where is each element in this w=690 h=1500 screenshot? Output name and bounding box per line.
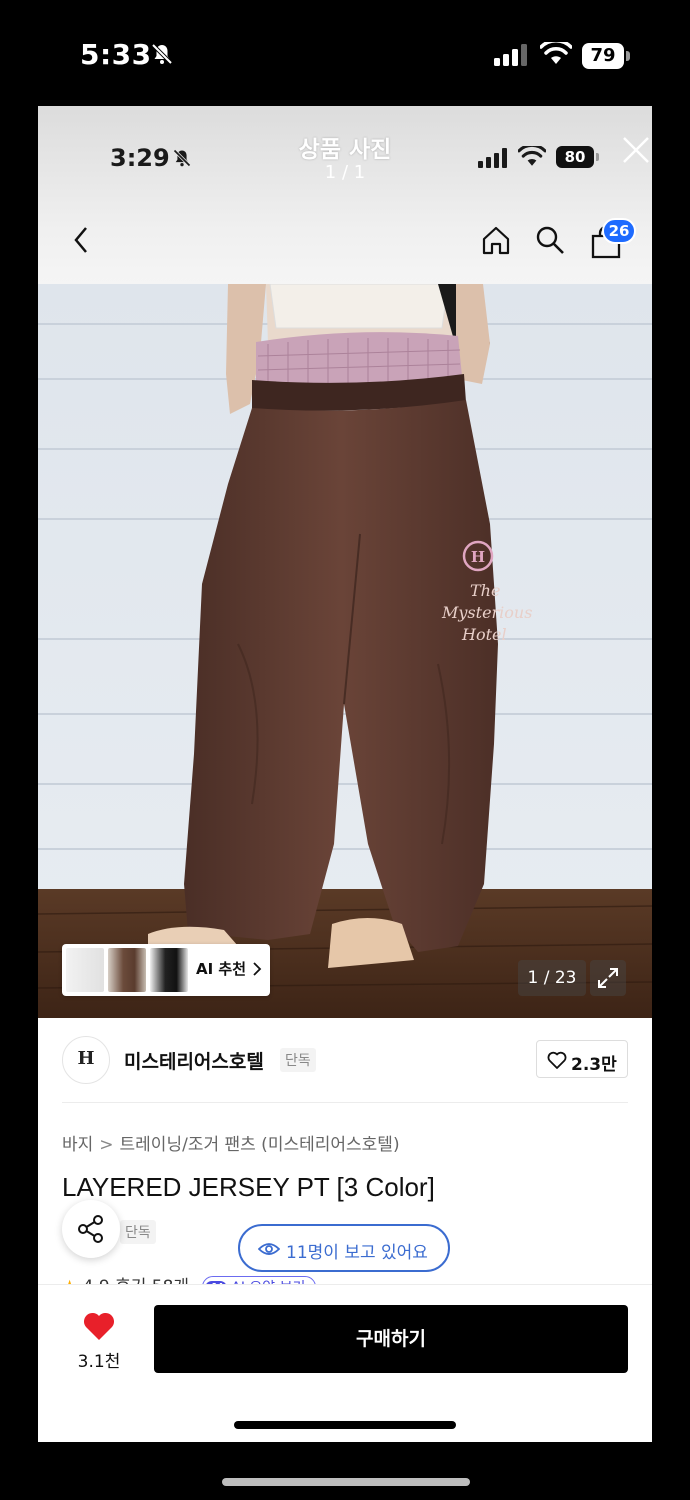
- cellular-signal-icon: [494, 44, 527, 66]
- wifi-icon: [518, 146, 546, 166]
- eye-icon: [258, 1243, 280, 1255]
- exclusive-badge: 단독: [280, 1048, 316, 1072]
- bell-muted-icon: [151, 43, 173, 65]
- live-viewers-text: 11명이 보고 있어요: [286, 1243, 428, 1263]
- back-chevron-icon[interactable]: [68, 224, 96, 256]
- breadcrumb: 바지 > 트레이닝/조거 팬츠 (미스테리어스호텔): [62, 1130, 400, 1155]
- breadcrumb-subcategory[interactable]: 트레이닝/조거 팬츠 (미스테리어스호텔): [120, 1135, 400, 1155]
- brand-like-button[interactable]: 2.3만: [536, 1040, 628, 1078]
- outer-status-bar: 5:33 79: [0, 0, 690, 106]
- share-button[interactable]: [62, 1200, 120, 1258]
- home-indicator: [222, 1478, 470, 1486]
- battery-level: 79: [590, 45, 616, 66]
- thumbnail-color-2[interactable]: [108, 948, 146, 992]
- brand-name[interactable]: 미스테리어스호텔: [124, 1047, 264, 1074]
- expand-button[interactable]: [590, 960, 626, 996]
- cart-count-badge: 26: [602, 218, 636, 244]
- home-icon[interactable]: [480, 224, 512, 256]
- product-photo[interactable]: H The Mysterious Hotel: [38, 284, 652, 1018]
- bottom-action-bar: 3.1천 구매하기: [38, 1284, 652, 1442]
- close-icon[interactable]: [620, 134, 652, 166]
- chevron-right-icon: [253, 962, 262, 976]
- ai-recommend-strip[interactable]: AI 추천: [62, 944, 270, 996]
- product-title: LAYERED JERSEY PT [3 Color]: [62, 1172, 435, 1202]
- expand-icon: [598, 968, 618, 988]
- battery-indicator: 79: [582, 43, 630, 69]
- product-image: H The Mysterious Hotel: [38, 284, 652, 1018]
- heart-filled-icon[interactable]: [82, 1311, 116, 1341]
- cellular-signal-icon: [478, 148, 507, 168]
- svg-text:H: H: [471, 548, 485, 566]
- search-icon[interactable]: [534, 224, 566, 256]
- thumbnail-color-1[interactable]: [66, 948, 104, 992]
- breadcrumb-category[interactable]: 바지: [62, 1135, 93, 1155]
- brand-logo[interactable]: H: [62, 1036, 110, 1084]
- print-line-2: Mysterious: [441, 603, 532, 622]
- thumbnail-color-3[interactable]: [150, 948, 188, 992]
- ai-recommend-label: AI 추천: [196, 960, 247, 978]
- photo-counter: 1 / 23: [518, 960, 586, 996]
- wifi-icon: [540, 42, 572, 64]
- share-icon: [78, 1215, 103, 1243]
- favorite-count: 3.1천: [77, 1352, 121, 1372]
- outer-clock: 5:33: [80, 38, 152, 71]
- battery-level: 80: [564, 148, 586, 166]
- heart-outline-icon: [547, 1051, 567, 1069]
- breadcrumb-separator: >: [99, 1135, 114, 1155]
- print-line-1: The: [470, 581, 500, 600]
- battery-indicator: 80: [556, 146, 600, 170]
- buy-button[interactable]: 구매하기: [154, 1305, 628, 1373]
- home-indicator: [234, 1421, 456, 1429]
- brand-like-count: 2.3만: [571, 1055, 617, 1075]
- photo-viewer: 3:29 상품 사진 1 / 1 80 26 H The Mysterious …: [38, 106, 652, 1442]
- screenshot-header: 3:29 상품 사진 1 / 1 80 26: [38, 106, 652, 284]
- exclusive-tag: 단독: [120, 1220, 156, 1244]
- divider: [62, 1102, 628, 1103]
- live-viewers-pill: 11명이 보고 있어요: [238, 1224, 450, 1272]
- print-line-3: Hotel: [461, 625, 507, 644]
